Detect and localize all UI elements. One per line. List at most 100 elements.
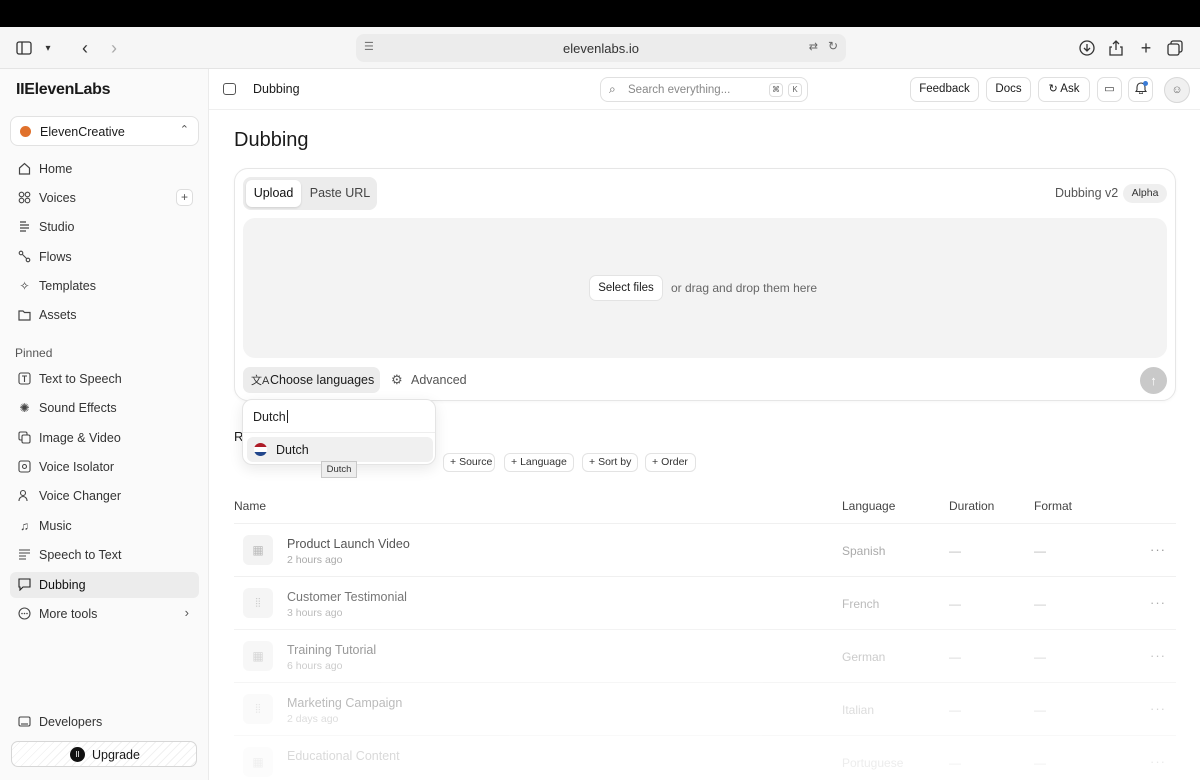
sidebar-item-voice-changer[interactable]: Voice Changer [10, 483, 199, 509]
address-bar[interactable]: ☰ elevenlabs.io ⇄ ↻ [356, 34, 846, 62]
video-icon: ▦ [243, 641, 273, 671]
more-options-icon[interactable]: ··· [1150, 595, 1166, 610]
sidebar-item-studio[interactable]: Studio [10, 214, 199, 240]
ask-button[interactable]: ↻ Ask [1038, 77, 1090, 102]
sidebar-item-label: Voice Isolator [39, 460, 115, 474]
video-icon: ▦ [243, 747, 273, 777]
sidebar-item-voices[interactable]: Voices + [10, 185, 199, 211]
row-time: 2 days ago [287, 713, 339, 725]
column-header-name[interactable]: Name [234, 499, 266, 513]
more-options-icon[interactable]: ··· [1150, 648, 1166, 663]
sidebar-item-more-tools[interactable]: More tools › [10, 601, 199, 627]
search-icon: ⌕ [609, 82, 616, 96]
sidebar-item-templates[interactable]: ✧ Templates [10, 273, 199, 299]
new-tab-icon[interactable]: + [1135, 37, 1157, 59]
sidebar-item-assets[interactable]: Assets [10, 302, 199, 328]
submit-button[interactable]: ↑ [1140, 367, 1167, 394]
sidebar-toggle-icon[interactable] [13, 37, 35, 59]
more-options-icon[interactable]: ··· [1150, 701, 1166, 716]
panel-toggle-icon[interactable] [223, 83, 236, 95]
divider [234, 682, 1176, 683]
language-search-popup: Dutch Dutch [242, 399, 436, 465]
add-voice-button[interactable]: + [176, 189, 193, 206]
filter-source[interactable]: + Source [443, 453, 495, 472]
logo[interactable]: IIElevenLabs [16, 81, 111, 99]
filter-sort-by[interactable]: + Sort by [582, 453, 638, 472]
back-icon[interactable]: ‹ [74, 37, 96, 59]
image-video-icon [17, 430, 32, 445]
tooltip: Dutch [321, 461, 357, 478]
sidebar-item-image-video[interactable]: Image & Video [10, 425, 199, 451]
search-input[interactable]: ⌕ Search everything... ⌘ K [600, 77, 808, 102]
filter-label: Sort by [598, 456, 632, 468]
row-name: Marketing Campaign [287, 696, 403, 710]
row-format: — [1034, 650, 1046, 664]
upgrade-button[interactable]: II Upgrade [11, 741, 197, 767]
drop-hint: or drag and drop them here [671, 281, 818, 295]
more-options-icon[interactable]: ··· [1150, 542, 1166, 557]
voices-icon [17, 190, 32, 205]
select-files-button[interactable]: Select files [589, 275, 663, 301]
column-header-format[interactable]: Format [1034, 499, 1072, 513]
filter-language[interactable]: + Language [504, 453, 574, 472]
sidebar-item-speech-to-text[interactable]: Speech to Text [10, 542, 199, 568]
row-language: German [842, 650, 886, 664]
workspace-switcher[interactable]: ElevenCreative ⌃ [10, 116, 199, 146]
sidebar-item-label: Sound Effects [39, 401, 117, 415]
column-header-duration[interactable]: Duration [949, 499, 994, 513]
row-format: — [1034, 756, 1046, 770]
column-header-language[interactable]: Language [842, 499, 895, 513]
more-options-icon[interactable]: ··· [1150, 754, 1166, 769]
chevron-down-icon[interactable]: ▾ [37, 37, 59, 59]
workspace-icon [20, 126, 31, 137]
sidebar-item-music[interactable]: ♫ Music [10, 513, 199, 539]
tab-paste-url[interactable]: Paste URL [305, 180, 375, 207]
tab-upload[interactable]: Upload [246, 180, 301, 207]
row-language: Spanish [842, 544, 886, 558]
filter-order[interactable]: + Order [645, 453, 696, 472]
choose-languages-button[interactable]: 文A Choose languages [243, 367, 380, 393]
workspace-label: ElevenCreative [40, 125, 125, 139]
sidebar-item-dubbing[interactable]: Dubbing [10, 572, 199, 598]
sidebar-item-label: Image & Video [39, 431, 121, 445]
sidebar-item-developers[interactable]: Developers [10, 709, 199, 735]
folder-icon[interactable]: ▭ [1097, 77, 1122, 102]
sidebar-item-home[interactable]: Home [10, 156, 199, 182]
divider [234, 735, 1176, 736]
row-format: — [1034, 703, 1046, 717]
translate-icon[interactable]: ⇄ [809, 40, 818, 53]
audio-icon: ⦙⦙ [243, 694, 273, 724]
chevron-right-icon: › [184, 605, 189, 620]
avatar[interactable]: ☺ [1164, 77, 1190, 103]
forward-icon[interactable]: › [103, 37, 125, 59]
docs-button[interactable]: Docs [986, 77, 1031, 102]
feedback-button[interactable]: Feedback [910, 77, 979, 102]
filter-label: Source [459, 456, 493, 468]
notifications-bell-icon[interactable] [1128, 77, 1153, 102]
filter-label: Order [661, 456, 688, 468]
text-to-speech-icon [17, 371, 32, 386]
language-option-dutch[interactable]: Dutch [247, 437, 433, 462]
language-option-label: Dutch [276, 443, 309, 457]
upgrade-label: Upgrade [92, 748, 140, 762]
sidebar-item-text-to-speech[interactable]: Text to Speech [10, 366, 199, 392]
sidebar-item-flows[interactable]: Flows [10, 244, 199, 270]
reload-icon[interactable]: ↻ [828, 39, 838, 53]
tab-overview-icon[interactable] [1164, 37, 1186, 59]
share-icon[interactable] [1105, 37, 1127, 59]
row-duration: — [949, 650, 961, 664]
sidebar-item-label: Flows [39, 250, 72, 264]
language-search-input[interactable]: Dutch [253, 410, 288, 424]
sidebar-item-voice-isolator[interactable]: Voice Isolator [10, 454, 199, 480]
sidebar: IIElevenLabs ElevenCreative ⌃ Home Voice… [0, 69, 209, 780]
notification-dot [1143, 81, 1148, 86]
row-duration: — [949, 756, 961, 770]
sidebar-item-sound-effects[interactable]: ✺ Sound Effects [10, 395, 199, 421]
file-drop-zone[interactable]: Select files or drag and drop them here [243, 218, 1167, 358]
download-icon[interactable] [1076, 37, 1098, 59]
more-tools-icon [17, 606, 32, 621]
row-language: French [842, 597, 880, 611]
sidebar-item-label: Assets [39, 308, 77, 322]
page-title: Dubbing [234, 129, 309, 151]
language-search-value: Dutch [253, 410, 286, 424]
